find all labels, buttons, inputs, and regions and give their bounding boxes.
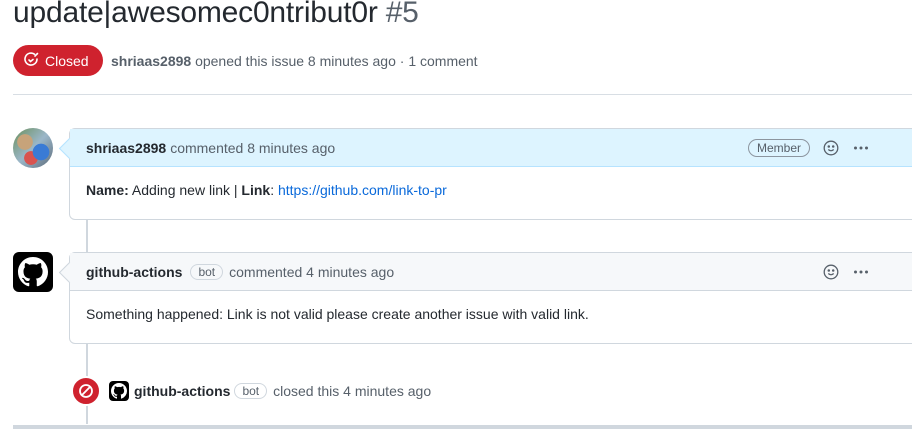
name-value: Adding new link | <box>128 182 242 198</box>
issue-number: #5 <box>385 0 419 29</box>
event-actor-link[interactable]: github-actions <box>134 383 230 399</box>
kebab-menu-icon[interactable] <box>852 139 870 157</box>
issue-author-link[interactable]: shriaas2898 <box>111 53 191 69</box>
name-label: Name: <box>86 182 129 198</box>
issue-opened-text: opened this issue 8 minutes ago · 1 comm… <box>195 53 478 69</box>
state-label: Closed <box>45 52 89 69</box>
comment-timestamp[interactable]: commented 8 minutes ago <box>170 140 335 156</box>
header-divider <box>13 94 912 95</box>
github-mark-icon <box>18 257 48 287</box>
pr-link[interactable]: https://github.com/link-to-pr <box>278 182 447 198</box>
comment-body: Name: Adding new link | Link: https://gi… <box>70 167 912 214</box>
issue-meta: shriaas2898 opened this issue 8 minutes … <box>111 53 478 69</box>
issue-closed-icon <box>23 51 39 70</box>
issue-title-text: update|awesomec0ntribut0r <box>13 0 378 29</box>
user-avatar[interactable] <box>13 128 53 168</box>
github-actions-avatar[interactable] <box>13 252 53 292</box>
closed-state-badge: Closed <box>13 45 103 76</box>
github-mark-icon <box>111 383 127 399</box>
bot-badge: bot <box>190 263 224 280</box>
comment-author-link[interactable]: shriaas2898 <box>86 140 166 156</box>
comment-header: shriaas2898 commented 8 minutes ago Memb… <box>70 129 912 167</box>
issue-title: update|awesomec0ntribut0r #5 <box>13 0 419 30</box>
event-timestamp[interactable]: closed this 4 minutes ago <box>273 383 431 399</box>
closed-event: github-actions bot closed this 4 minutes… <box>71 376 431 406</box>
github-actions-mini-avatar[interactable] <box>109 381 129 401</box>
comment-timestamp[interactable]: commented 4 minutes ago <box>229 264 394 280</box>
comment-header: github-actions bot commented 4 minutes a… <box>70 253 912 291</box>
kebab-menu-icon[interactable] <box>852 263 870 281</box>
comment-box: github-actions bot commented 4 minutes a… <box>69 252 912 344</box>
bot-badge: bot <box>234 383 268 399</box>
smiley-icon[interactable] <box>822 263 840 281</box>
member-badge: Member <box>747 138 810 157</box>
smiley-icon[interactable] <box>822 139 840 157</box>
comment-body: Something happened: Link is not valid pl… <box>86 306 589 322</box>
timeline-end-divider <box>13 425 912 429</box>
link-separator: : <box>270 182 278 198</box>
link-label: Link <box>241 182 271 198</box>
closed-event-icon <box>71 376 101 406</box>
comment-box: shriaas2898 commented 8 minutes ago Memb… <box>69 128 912 220</box>
timeline-connector <box>86 219 88 253</box>
comment-author-link[interactable]: github-actions <box>86 264 182 280</box>
